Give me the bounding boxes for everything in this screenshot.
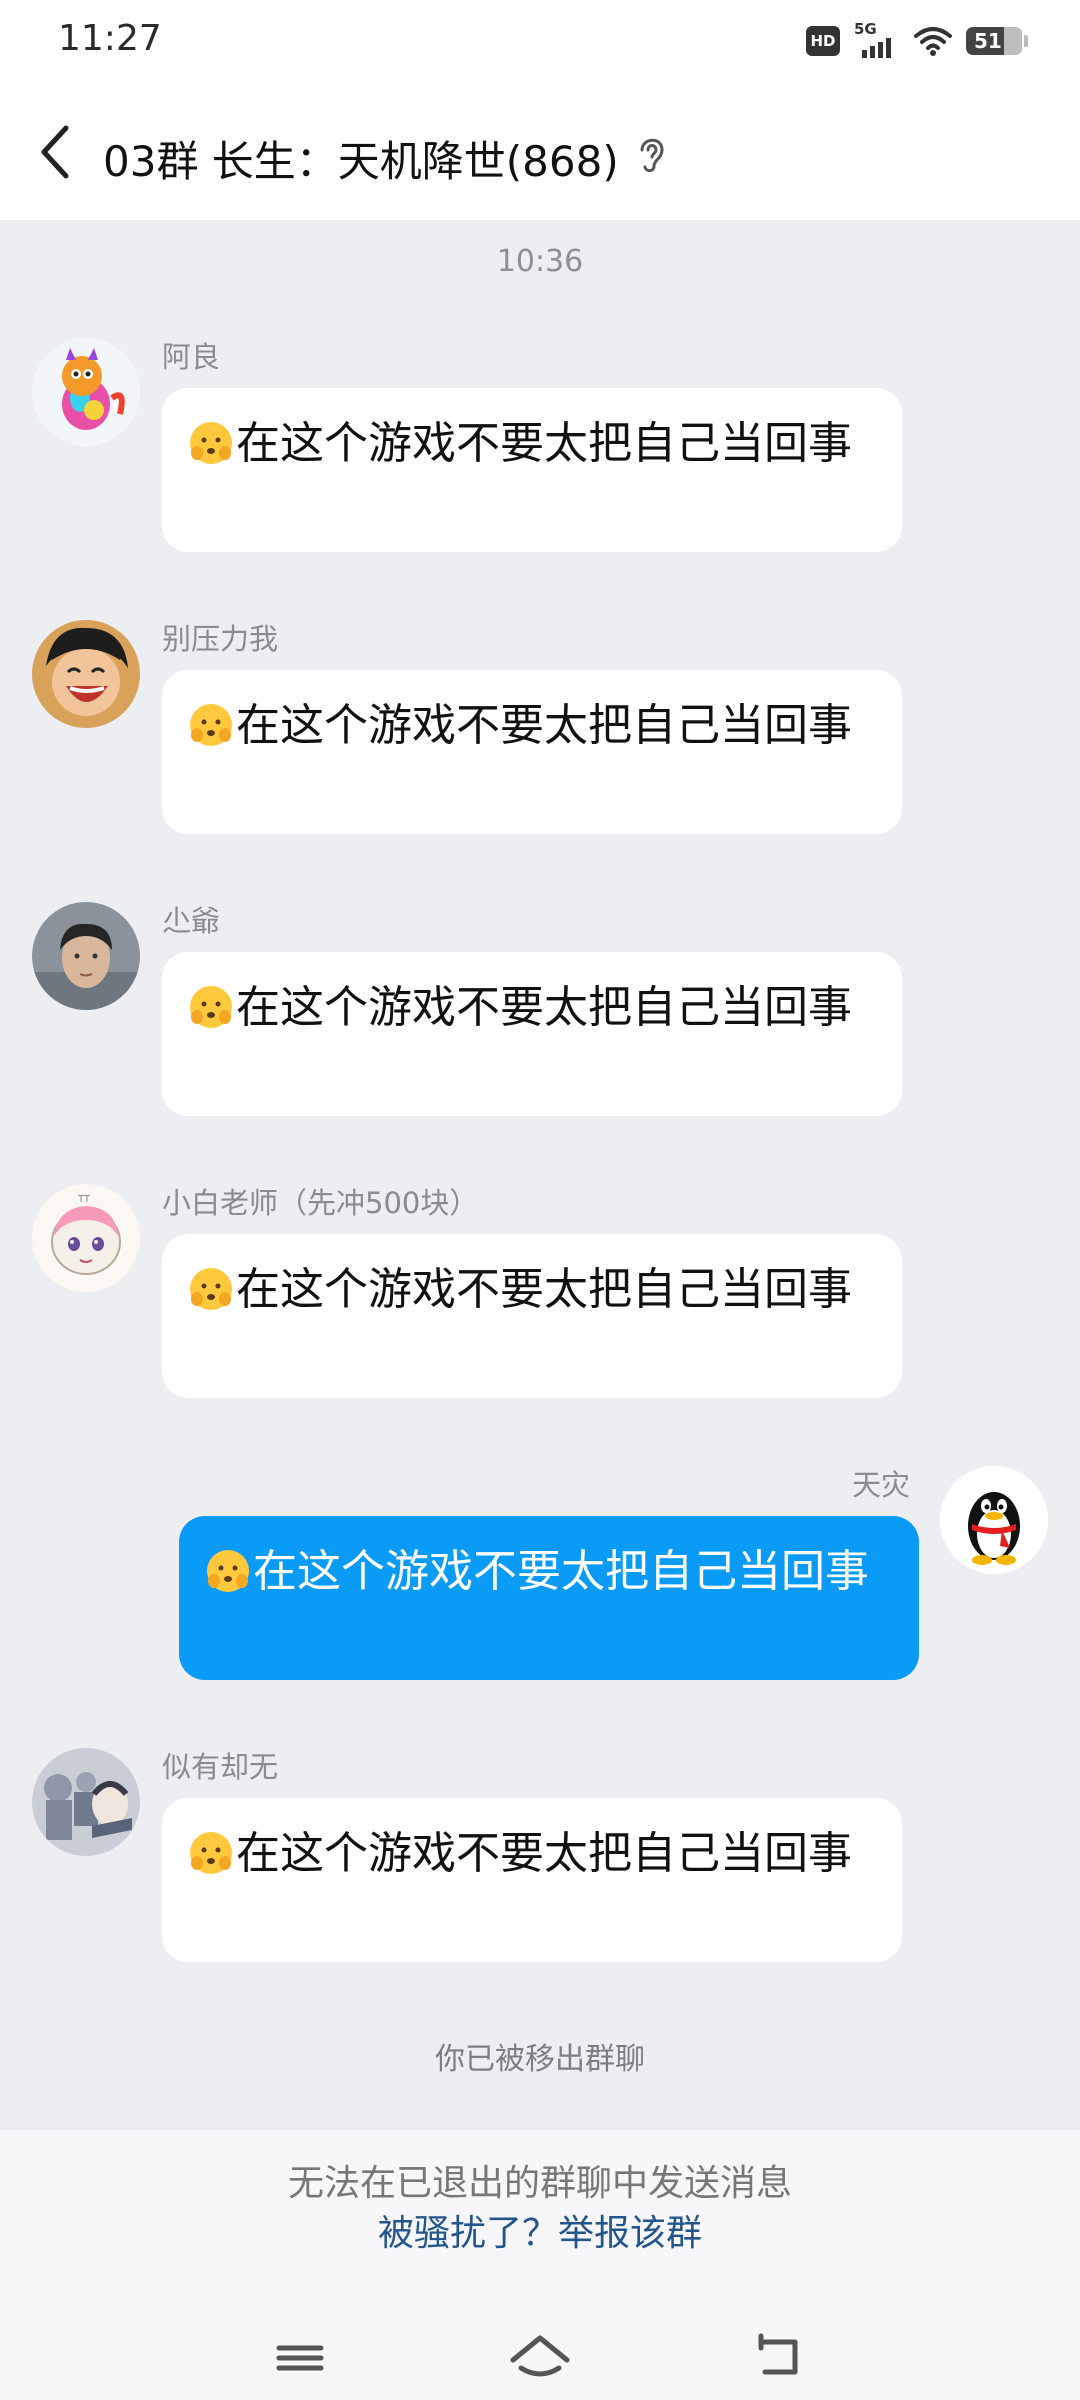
message-bubble[interactable]: 在这个游戏不要太把自己当回事 (162, 1234, 902, 1398)
message-bubble[interactable]: 在这个游戏不要太把自己当回事 (162, 670, 902, 834)
hd-icon: HD (806, 26, 840, 56)
shy-face-emoji (190, 1268, 232, 1310)
chat-area[interactable]: 10:36 阿良 在这个游戏不要太把自己当回事 别压力我 在这个游戏不要太把自己… (0, 220, 1080, 2130)
chevron-left-icon[interactable] (30, 120, 90, 184)
status-time: 11:27 (58, 18, 162, 59)
cannot-send-notice: 无法在已退出的群聊中发送消息 (287, 2163, 792, 2204)
shy-face-emoji (207, 1550, 249, 1592)
sender-name: 阿良 (162, 340, 221, 374)
home-icon[interactable] (505, 2328, 575, 2388)
message-timestamp: 10:36 (496, 244, 584, 279)
chat-header: 03群 长生：天机降世(868) (0, 84, 1080, 220)
page-title[interactable]: 03群 长生：天机降世(868) (103, 128, 619, 189)
message-text: 在这个游戏不要太把自己当回事 (236, 1828, 852, 1879)
message-text: 在这个游戏不要太把自己当回事 (236, 418, 852, 469)
avatar[interactable] (940, 1466, 1048, 1574)
message-bubble[interactable]: 在这个游戏不要太把自己当回事 (162, 388, 902, 552)
signal-5g-icon: 5G (854, 20, 900, 58)
report-group-link[interactable]: 被骚扰了？举报该群 (0, 2204, 1080, 2256)
avatar[interactable] (32, 338, 140, 446)
shy-face-emoji (190, 986, 232, 1028)
message-text: 在这个游戏不要太把自己当回事 (236, 700, 852, 751)
message-bubble-self[interactable]: 在这个游戏不要太把自己当回事 (179, 1516, 919, 1680)
message-text: 在这个游戏不要太把自己当回事 (236, 982, 852, 1033)
avatar[interactable] (32, 1748, 140, 1856)
message-bubble[interactable]: 在这个游戏不要太把自己当回事 (162, 1798, 902, 1962)
chat-footer: 无法在已退出的群聊中发送消息 被骚扰了？举报该群 (0, 2130, 1080, 2400)
sender-name: 小白老师（先冲500块） (162, 1186, 479, 1220)
system-notice: 你已被移出群聊 (435, 2042, 645, 2077)
wifi-icon (914, 27, 952, 56)
ear-icon[interactable] (634, 132, 670, 176)
message-text: 在这个游戏不要太把自己当回事 (253, 1546, 869, 1597)
avatar[interactable] (32, 902, 140, 1010)
avatar[interactable] (32, 620, 140, 728)
shy-face-emoji (190, 422, 232, 464)
shy-face-emoji (190, 704, 232, 746)
sender-name: 天灾 (851, 1468, 910, 1502)
status-icons: HD 5G 51 (806, 20, 1028, 58)
sender-name: 别压力我 (162, 622, 279, 656)
message-text: 在这个游戏不要太把自己当回事 (236, 1264, 852, 1315)
status-bar: 11:27 HD 5G 51 (0, 0, 1080, 84)
battery-icon: 51 (966, 27, 1028, 55)
back-icon[interactable] (745, 2328, 815, 2388)
system-nav-bar (0, 2320, 1080, 2400)
sender-name: 尐爺 (162, 904, 221, 938)
sender-name: 似有却无 (162, 1750, 279, 1784)
network-label: 5G (854, 20, 877, 38)
svg-text:TT: TT (77, 1194, 91, 1205)
shy-face-emoji (190, 1832, 232, 1874)
menu-icon[interactable] (265, 2328, 335, 2388)
battery-level: 51 (974, 29, 1002, 53)
message-bubble[interactable]: 在这个游戏不要太把自己当回事 (162, 952, 902, 1116)
avatar[interactable]: TT (32, 1184, 140, 1292)
